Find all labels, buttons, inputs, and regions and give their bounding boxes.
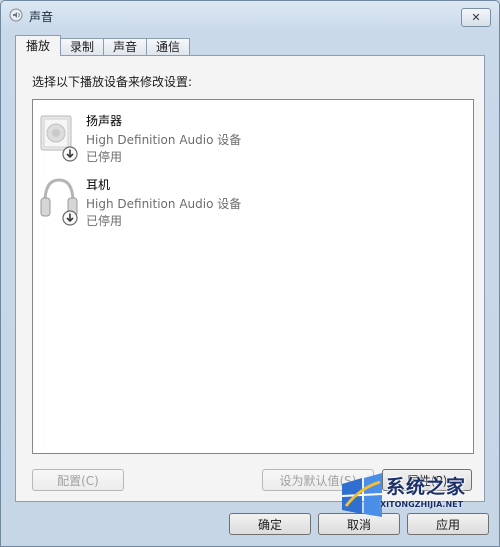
device-status: 已停用 bbox=[86, 150, 123, 164]
sound-dialog-window: 声音 ✕ 播放 录制 声音 通信 选择以下播放设备来修改设置: 扬声器 High… bbox=[0, 0, 500, 547]
tab-playback[interactable]: 播放 bbox=[15, 35, 62, 56]
speaker-icon bbox=[40, 115, 78, 162]
device-description: High Definition Audio 设备 bbox=[86, 197, 242, 211]
device-item-speaker[interactable]: 扬声器 High Definition Audio 设备 已停用 bbox=[33, 106, 473, 168]
device-name: 扬声器 bbox=[86, 114, 123, 128]
configure-button[interactable]: 配置(C) bbox=[32, 469, 124, 491]
device-name: 耳机 bbox=[86, 178, 111, 192]
title-bar: 声音 ✕ bbox=[1, 1, 499, 29]
tab-communications[interactable]: 通信 bbox=[146, 38, 191, 56]
tab-recording[interactable]: 录制 bbox=[60, 38, 105, 56]
watermark-url: XITONGZHIJIA.NET bbox=[380, 500, 464, 509]
instruction-text: 选择以下播放设备来修改设置: bbox=[32, 75, 193, 89]
headphones-icon bbox=[40, 178, 78, 226]
watermark-text: 系统之家 bbox=[386, 476, 467, 498]
device-item-headphones[interactable]: 耳机 High Definition Audio 设备 已停用 bbox=[33, 170, 473, 232]
sound-app-icon bbox=[9, 8, 23, 22]
device-status: 已停用 bbox=[86, 214, 123, 228]
close-icon: ✕ bbox=[471, 11, 481, 24]
watermark-logo-icon bbox=[341, 473, 383, 517]
ok-button[interactable]: 确定 bbox=[229, 513, 311, 535]
device-list[interactable]: 扬声器 High Definition Audio 设备 已停用 耳机 High… bbox=[32, 99, 474, 454]
device-description: High Definition Audio 设备 bbox=[86, 133, 242, 147]
watermark: 系统之家 XITONGZHIJIA.NET bbox=[336, 466, 496, 540]
window-title: 声音 bbox=[29, 10, 54, 24]
tab-sounds[interactable]: 声音 bbox=[103, 38, 148, 56]
playback-panel: 选择以下播放设备来修改设置: 扬声器 High Definition Audio… bbox=[15, 55, 485, 502]
close-button[interactable]: ✕ bbox=[461, 8, 491, 27]
tab-strip: 播放 录制 声音 通信 bbox=[15, 35, 191, 56]
